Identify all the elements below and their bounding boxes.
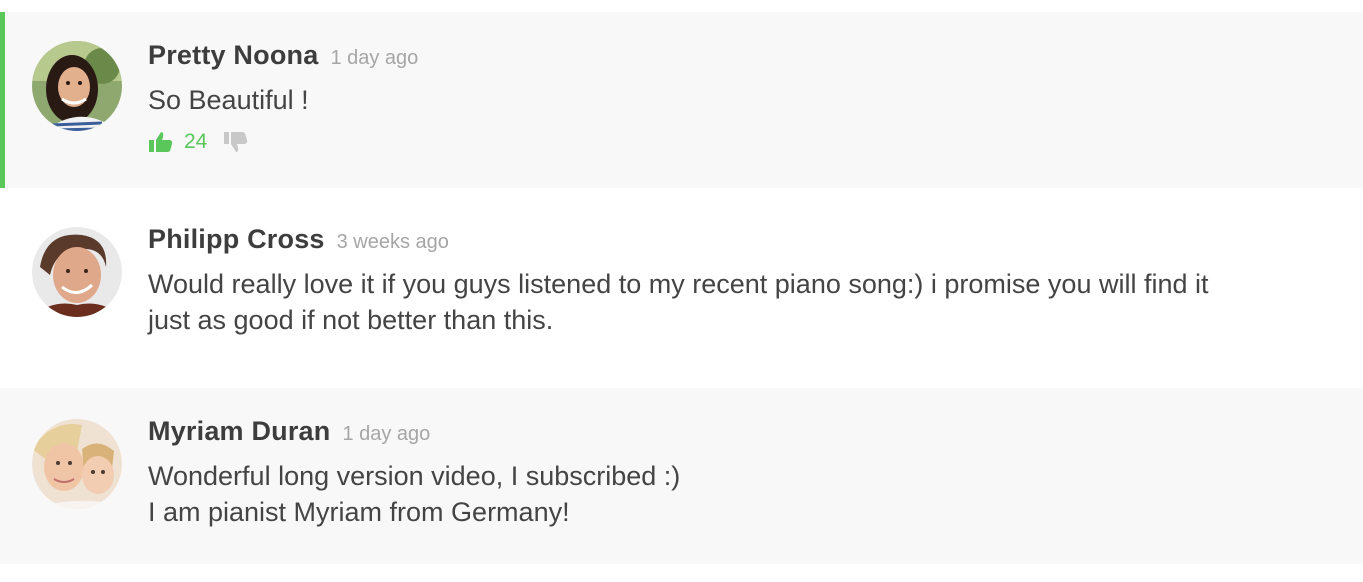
avatar[interactable] [32,419,122,509]
comment-text-line: I am pianist Myriam from Germany! [148,497,570,527]
avatar-image [32,419,122,509]
comment-list: Pretty Noona 1 day ago So Beautiful ! 24 [0,0,1363,582]
avatar[interactable] [32,41,122,131]
avatar-image [32,227,122,317]
author-name[interactable]: Pretty Noona [148,40,318,71]
comment-body: Philipp Cross 3 weeks ago Would really l… [148,224,1333,338]
comment-timestamp: 1 day ago [342,423,431,445]
comment-timestamp: 1 day ago [330,47,419,69]
comment-item: Philipp Cross 3 weeks ago Would really l… [0,196,1363,376]
author-name[interactable]: Philipp Cross [148,224,325,255]
like-count: 24 [184,130,208,153]
thumbs-up-icon [148,130,174,154]
comment-item: Myriam Duran 1 day ago Wonderful long ve… [0,388,1363,564]
comment-text: So Beautiful ! [148,82,1333,118]
comment-text-line: Would really love it if you guys listene… [148,269,1209,299]
comment-item: Pretty Noona 1 day ago So Beautiful ! 24 [0,12,1363,188]
comment-body: Pretty Noona 1 day ago So Beautiful ! 24 [148,40,1333,156]
comment-header: Myriam Duran 1 day ago [148,416,1333,452]
comment-text: Wonderful long version video, I subscrib… [148,458,1333,530]
comment-body: Myriam Duran 1 day ago Wonderful long ve… [148,416,1333,530]
comment-header: Philipp Cross 3 weeks ago [148,224,1333,260]
like-button[interactable]: 24 [148,130,207,154]
comment-text-line: So Beautiful ! [148,85,309,115]
avatar[interactable] [32,227,122,317]
thumbs-down-icon[interactable] [223,130,249,154]
author-name[interactable]: Myriam Duran [148,416,330,447]
avatar-image [32,41,122,131]
comment-text: Would really love it if you guys listene… [148,266,1333,338]
comment-header: Pretty Noona 1 day ago [148,40,1333,76]
comment-actions: 24 [148,128,1333,156]
comment-timestamp: 3 weeks ago [336,231,449,253]
comment-text-line: Wonderful long version video, I subscrib… [148,461,681,491]
comment-text-line: just as good if not better than this. [148,305,554,335]
